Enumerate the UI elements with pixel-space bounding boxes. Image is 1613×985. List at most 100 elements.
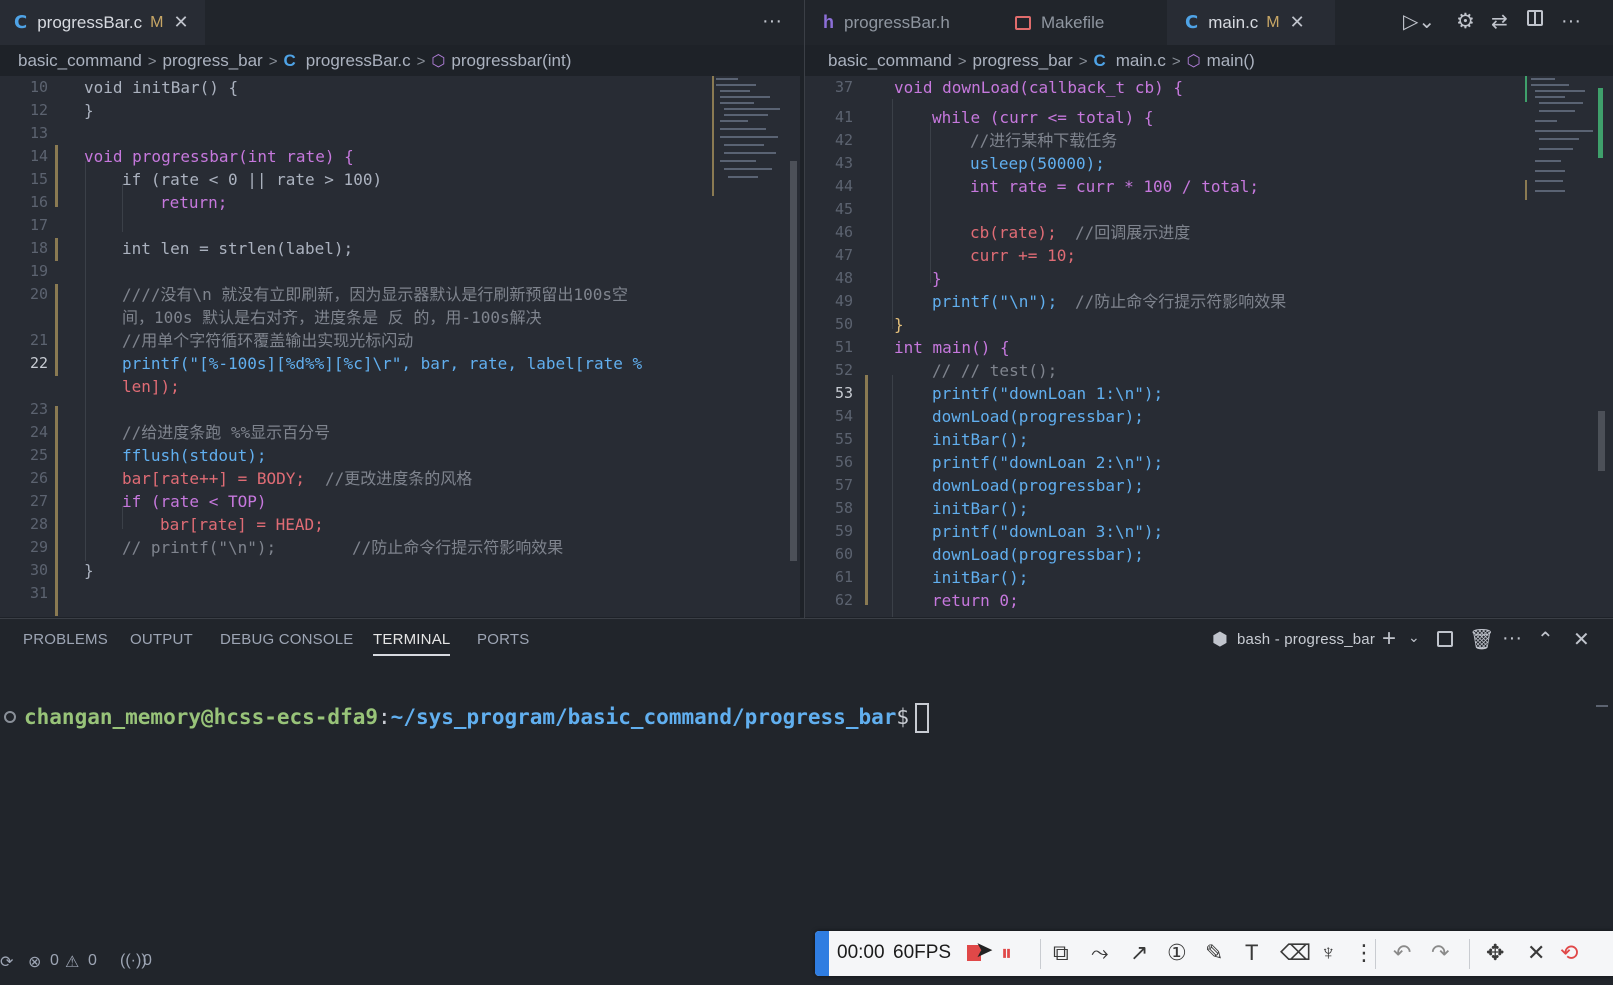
maximize-panel-icon[interactable]: ⌃	[1537, 627, 1554, 652]
code-text: printf("downLoan 2:\n");	[932, 453, 1164, 472]
code-line: 17	[0, 214, 800, 237]
split-terminal-icon[interactable]	[1437, 631, 1453, 647]
editor-right[interactable]: 37 void downLoad(callback_t cb) { 41 while…	[805, 76, 1613, 617]
close-panel-icon[interactable]: ✕	[1573, 627, 1590, 652]
terminal-cursor	[915, 703, 930, 733]
code-line: 55 initBar();	[805, 428, 1613, 451]
code-text: downLoad(progressbar);	[932, 476, 1144, 495]
add-terminal-icon[interactable]: +	[1382, 625, 1396, 653]
error-count[interactable]: 0	[50, 952, 59, 970]
code-line: 15 if (rate < 0 || rate > 100)	[0, 168, 800, 191]
line-number: 51	[834, 338, 853, 356]
minimap[interactable]	[1525, 76, 1595, 200]
scrollbar[interactable]	[1598, 411, 1605, 471]
gear-icon[interactable]: ⚙	[1456, 9, 1475, 34]
code-line: 50}	[805, 313, 1613, 336]
breadcrumb-item[interactable]: main.c	[1116, 51, 1166, 71]
code-line: 45	[805, 198, 1613, 221]
code-comment: //防止命令行提示符影响效果	[1075, 292, 1287, 311]
more-actions-icon[interactable]: ···	[762, 10, 782, 33]
chevron-down-icon[interactable]: ⌄	[1408, 629, 1420, 646]
remote-icon[interactable]: ⟳	[0, 952, 13, 972]
breadcrumb-item[interactable]: main()	[1207, 51, 1255, 71]
breadcrumb-item[interactable]: progressBar.c	[306, 51, 411, 71]
line-number: 42	[834, 131, 853, 149]
close-tab-icon[interactable]: ✕	[173, 12, 188, 33]
code-text: usleep(50000);	[970, 154, 1105, 173]
line-number: 15	[29, 170, 48, 188]
terminal-prompt[interactable]: changan_memory@hcss-ecs-dfa9:~/sys_progr…	[24, 703, 930, 733]
breadcrumb-item[interactable]: basic_command	[18, 51, 142, 71]
breadcrumb-item[interactable]: progressbar(int)	[451, 51, 571, 71]
tab-progressbar-c[interactable]: C progressBar.c M ✕	[0, 0, 205, 45]
undo-icon[interactable]: ↶	[1393, 940, 1411, 966]
editor-left[interactable]: 10 void initBar() { 12} 13 14 void progres…	[0, 76, 800, 617]
tab-terminal[interactable]: TERMINAL	[373, 631, 451, 656]
compare-changes-icon[interactable]: ⇄	[1491, 9, 1508, 34]
drag-handle[interactable]	[815, 931, 829, 976]
polyline-icon[interactable]: ⤳	[1091, 940, 1109, 966]
tab-output[interactable]: OUTPUT	[130, 631, 193, 648]
modified-badge: M	[1266, 13, 1280, 31]
code-text: }	[894, 315, 904, 334]
code-comment: //更改进度条的风格	[325, 469, 473, 488]
tab-debug-console[interactable]: DEBUG CONSOLE	[220, 631, 353, 648]
more-actions-icon[interactable]: ···	[1561, 10, 1581, 33]
number-marker-icon[interactable]: ①	[1167, 940, 1187, 966]
eraser-icon[interactable]: ⌫	[1280, 940, 1311, 966]
shapes-icon[interactable]: ⧉	[1053, 940, 1069, 966]
pencil-icon[interactable]: ✎	[1205, 940, 1223, 966]
record-icon[interactable]: ⟲	[1560, 940, 1578, 966]
close-icon[interactable]: ✕	[1527, 940, 1545, 966]
more-actions-icon[interactable]: ···	[1502, 627, 1522, 650]
redo-icon[interactable]: ↷	[1431, 940, 1449, 966]
toolbar-divider	[1375, 939, 1376, 969]
tab-progressbar-h[interactable]: h progressBar.h	[805, 0, 997, 45]
code-line: 59 printf("downLoan 3:\n");	[805, 520, 1613, 543]
trash-icon[interactable]: 🗑	[1469, 627, 1494, 652]
more-vertical-icon[interactable]: ⋮	[1353, 940, 1375, 966]
text-tool-icon[interactable]: T	[1245, 940, 1258, 966]
terminal-scrollbar[interactable]	[1596, 705, 1608, 707]
tab-makefile[interactable]: Makefile	[997, 0, 1167, 45]
tab-label: Makefile	[1041, 12, 1105, 32]
breadcrumb-item[interactable]: basic_command	[828, 51, 952, 71]
code-line: 18 int len = strlen(label);	[0, 237, 800, 260]
arrow-icon[interactable]: ↗	[1130, 940, 1148, 966]
breadcrumb-item[interactable]: progress_bar	[163, 51, 263, 71]
warning-count[interactable]: 0	[88, 952, 97, 970]
highlighter-icon[interactable]: ♆	[1320, 940, 1337, 966]
fps-display: 60FPS	[893, 942, 952, 963]
code-text: bar[rate++] = BODY;	[122, 469, 306, 488]
toolbar-divider	[1469, 939, 1470, 969]
code-line: 37 void downLoad(callback_t cb) {	[805, 76, 1613, 99]
code-text: return 0;	[932, 591, 1019, 610]
code-line: 31	[0, 582, 800, 605]
close-tab-icon[interactable]: ✕	[1290, 12, 1305, 33]
pause-icon[interactable]: ⏸	[1001, 940, 1012, 966]
code-line: len]);	[0, 375, 800, 398]
scrollbar[interactable]	[790, 161, 797, 561]
line-number: 21	[29, 331, 48, 349]
code-line: 62 return 0;	[805, 589, 1613, 612]
code-line: 26 bar[rate++] = BODY; //更改进度条的风格	[0, 467, 800, 490]
tab-problems[interactable]: PROBLEMS	[23, 631, 108, 648]
minimap[interactable]	[712, 76, 782, 196]
code-line: 46 cb(rate); //回调展示进度	[805, 221, 1613, 244]
breadcrumb-item[interactable]: progress_bar	[973, 51, 1073, 71]
warning-icon[interactable]: ⚠	[65, 952, 79, 972]
run-debug-icon[interactable]: ▷⌄	[1403, 9, 1435, 34]
code-line: 12}	[0, 99, 800, 122]
split-editor-icon[interactable]	[1527, 10, 1543, 26]
code-text: printf("[%-100s][%d%%][%c]\r", bar, rate…	[122, 354, 643, 373]
terminal-name[interactable]: bash - progress_bar	[1237, 631, 1375, 648]
line-number: 50	[834, 315, 853, 333]
code-line: 16 return;	[0, 191, 800, 214]
tab-ports[interactable]: PORTS	[477, 631, 529, 648]
chevron-right-icon: >	[147, 52, 157, 70]
error-icon[interactable]: ⊗	[28, 952, 41, 972]
move-icon[interactable]: ✥	[1486, 940, 1504, 966]
ports-count[interactable]: 0	[143, 952, 152, 970]
line-number: 48	[834, 269, 853, 287]
tab-main-c[interactable]: C main.c M ✕	[1167, 0, 1335, 45]
